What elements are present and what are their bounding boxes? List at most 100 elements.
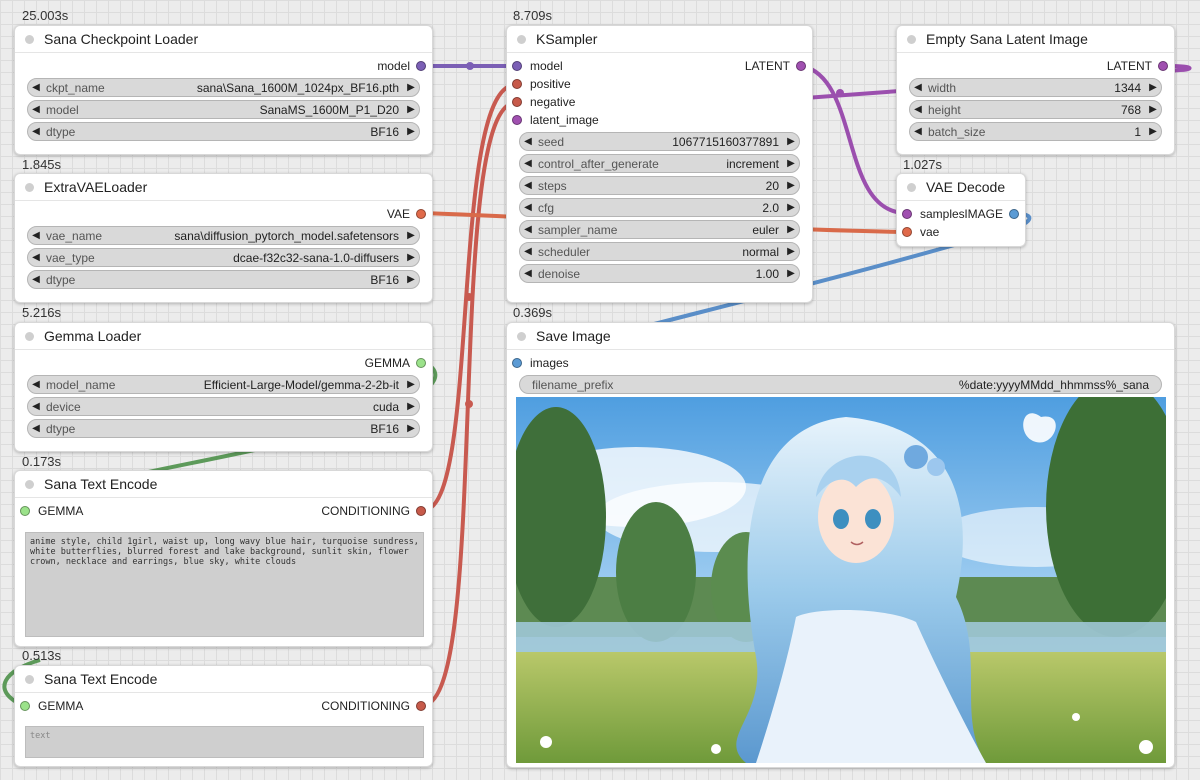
input-socket-icon[interactable] [902,209,912,219]
input-vae[interactable]: vae [902,225,939,239]
node-empty-latent[interactable]: Empty Sana Latent Image LATENT ◀ width 1… [896,25,1175,155]
collapse-dot-icon[interactable] [25,674,34,684]
input-model[interactable]: model [512,59,563,73]
right-triangle-icon[interactable]: ▶ [403,252,419,263]
widget-cfg[interactable]: ◀ cfg 2.0 ▶ [519,198,800,217]
collapse-dot-icon[interactable] [517,34,526,44]
widget-device[interactable]: ◀ device cuda ▶ [27,397,420,416]
prompt-textarea[interactable]: text [25,726,424,758]
left-triangle-icon[interactable]: ◀ [28,82,44,93]
widget-seed[interactable]: ◀ seed 1067715160377891 ▶ [519,132,800,151]
output-gemma[interactable]: GEMMA [365,356,426,370]
widget-sampler-name[interactable]: ◀ sampler_name euler ▶ [519,220,800,239]
node-save-image[interactable]: Save Image images filename_prefix %date:… [506,322,1175,768]
output-model[interactable]: model [377,59,426,73]
input-images[interactable]: images [512,356,569,370]
widget-control-after-generate[interactable]: ◀ control_after_generate increment ▶ [519,154,800,173]
left-triangle-icon[interactable]: ◀ [910,104,926,115]
node-title-bar[interactable]: Save Image [507,323,1174,350]
input-socket-icon[interactable] [902,227,912,237]
left-triangle-icon[interactable]: ◀ [28,423,44,434]
right-triangle-icon[interactable]: ▶ [1145,82,1161,93]
left-triangle-icon[interactable]: ◀ [520,180,536,191]
output-conditioning[interactable]: CONDITIONING [321,504,426,518]
prompt-textarea[interactable]: anime style, child 1girl, waist up, long… [25,532,424,637]
collapse-dot-icon[interactable] [907,34,916,44]
output-image[interactable]: IMAGE [964,207,1019,221]
right-triangle-icon[interactable]: ▶ [783,158,799,169]
output-socket-icon[interactable] [416,506,426,516]
node-title-bar[interactable]: Empty Sana Latent Image [897,26,1174,53]
right-triangle-icon[interactable]: ▶ [403,230,419,241]
output-vae[interactable]: VAE [387,207,426,221]
right-triangle-icon[interactable]: ▶ [403,82,419,93]
left-triangle-icon[interactable]: ◀ [28,126,44,137]
right-triangle-icon[interactable]: ▶ [1145,126,1161,137]
input-socket-icon[interactable] [20,701,30,711]
left-triangle-icon[interactable]: ◀ [520,224,536,235]
widget-dtype[interactable]: ◀ dtype BF16 ▶ [27,270,420,289]
input-gemma[interactable]: GEMMA [20,504,83,518]
node-text-encode-negative[interactable]: Sana Text Encode GEMMA CONDITIONING text [14,665,433,767]
input-socket-icon[interactable] [512,97,522,107]
widget-width[interactable]: ◀ width 1344 ▶ [909,78,1162,97]
widget-vae-name[interactable]: ◀ vae_name sana\diffusion_pytorch_model.… [27,226,420,245]
node-title-bar[interactable]: KSampler [507,26,812,53]
left-triangle-icon[interactable]: ◀ [520,202,536,213]
right-triangle-icon[interactable]: ▶ [403,423,419,434]
right-triangle-icon[interactable]: ▶ [403,126,419,137]
input-latent-image[interactable]: latent_image [512,113,599,127]
node-title-bar[interactable]: Sana Checkpoint Loader [15,26,432,53]
output-socket-icon[interactable] [416,701,426,711]
output-latent[interactable]: LATENT [1107,59,1168,73]
left-triangle-icon[interactable]: ◀ [520,246,536,257]
right-triangle-icon[interactable]: ▶ [783,268,799,279]
collapse-dot-icon[interactable] [907,182,916,192]
node-title-bar[interactable]: Sana Text Encode [15,471,432,498]
output-socket-icon[interactable] [416,209,426,219]
left-triangle-icon[interactable]: ◀ [28,274,44,285]
node-ksampler[interactable]: KSampler model LATENT positive negative … [506,25,813,303]
input-socket-icon[interactable] [512,79,522,89]
widget-model-name[interactable]: ◀ model_name Efficient-Large-Model/gemma… [27,375,420,394]
left-triangle-icon[interactable]: ◀ [28,104,44,115]
left-triangle-icon[interactable]: ◀ [520,136,536,147]
collapse-dot-icon[interactable] [25,182,34,192]
right-triangle-icon[interactable]: ▶ [783,136,799,147]
right-triangle-icon[interactable]: ▶ [403,274,419,285]
generated-image-preview[interactable] [516,397,1166,763]
input-socket-icon[interactable] [512,115,522,125]
node-text-encode-positive[interactable]: Sana Text Encode GEMMA CONDITIONING anim… [14,470,433,647]
collapse-dot-icon[interactable] [25,34,34,44]
input-negative[interactable]: negative [512,95,575,109]
right-triangle-icon[interactable]: ▶ [403,104,419,115]
node-vae-decode[interactable]: VAE Decode samples IMAGE vae [896,173,1026,247]
widget-model[interactable]: ◀ model SanaMS_1600M_P1_D20 ▶ [27,100,420,119]
input-gemma[interactable]: GEMMA [20,699,83,713]
left-triangle-icon[interactable]: ◀ [520,158,536,169]
widget-ckpt-name[interactable]: ◀ ckpt_name sana\Sana_1600M_1024px_BF16.… [27,78,420,97]
widget-steps[interactable]: ◀ steps 20 ▶ [519,176,800,195]
left-triangle-icon[interactable]: ◀ [910,126,926,137]
output-socket-icon[interactable] [796,61,806,71]
collapse-dot-icon[interactable] [517,331,526,341]
left-triangle-icon[interactable]: ◀ [28,230,44,241]
widget-filename-prefix[interactable]: filename_prefix %date:yyyyMMdd_hhmmss%_s… [519,375,1162,394]
widget-denoise[interactable]: ◀ denoise 1.00 ▶ [519,264,800,283]
widget-vae-type[interactable]: ◀ vae_type dcae-f32c32-sana-1.0-diffuser… [27,248,420,267]
right-triangle-icon[interactable]: ▶ [783,246,799,257]
right-triangle-icon[interactable]: ▶ [783,180,799,191]
input-positive[interactable]: positive [512,77,571,91]
node-title-bar[interactable]: Sana Text Encode [15,666,432,693]
left-triangle-icon[interactable]: ◀ [28,379,44,390]
left-triangle-icon[interactable]: ◀ [910,82,926,93]
left-triangle-icon[interactable]: ◀ [28,401,44,412]
widget-scheduler[interactable]: ◀ scheduler normal ▶ [519,242,800,261]
output-socket-icon[interactable] [416,61,426,71]
widget-batch-size[interactable]: ◀ batch_size 1 ▶ [909,122,1162,141]
collapse-dot-icon[interactable] [25,479,34,489]
widget-height[interactable]: ◀ height 768 ▶ [909,100,1162,119]
input-socket-icon[interactable] [20,506,30,516]
left-triangle-icon[interactable]: ◀ [520,268,536,279]
widget-dtype[interactable]: ◀ dtype BF16 ▶ [27,419,420,438]
